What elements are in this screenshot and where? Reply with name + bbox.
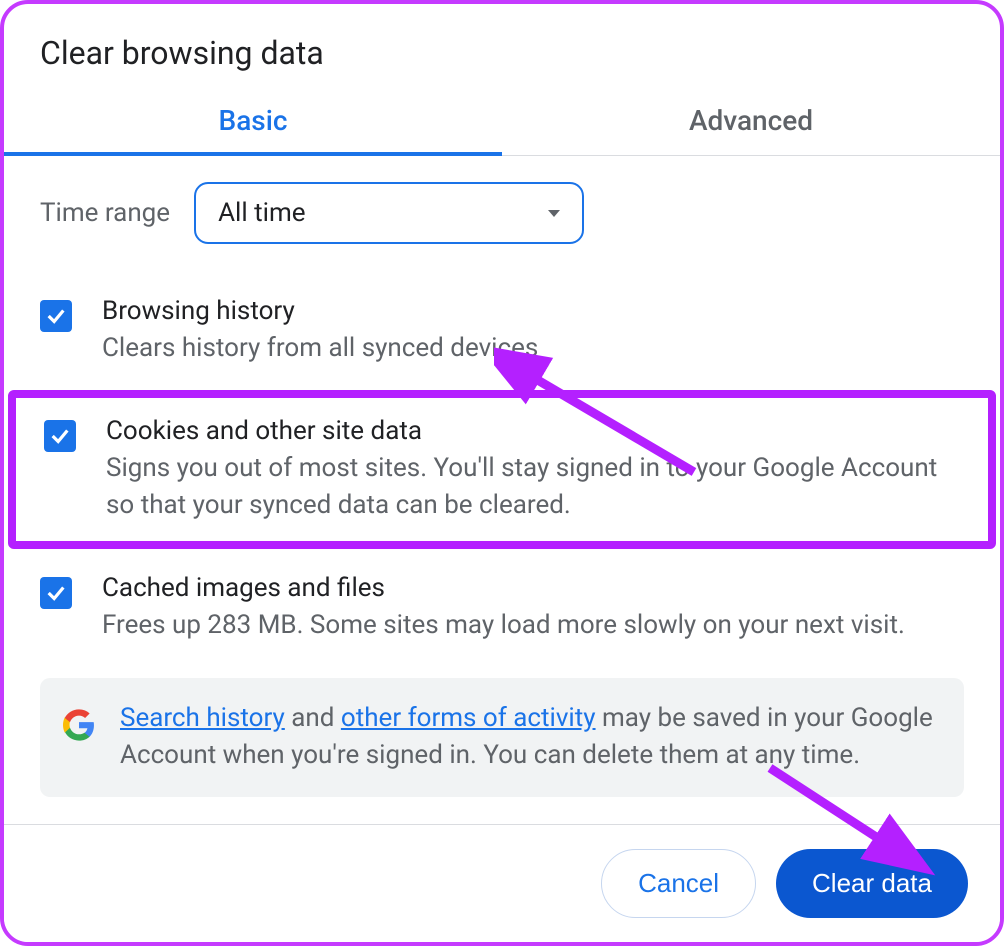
dialog-footer: Cancel Clear data [4, 824, 1000, 942]
check-icon [45, 582, 67, 604]
option-title: Browsing history [102, 296, 538, 326]
chevron-down-icon [548, 210, 560, 217]
time-range-label: Time range [40, 198, 170, 228]
clear-browsing-data-dialog: Clear browsing data Basic Advanced Time … [0, 0, 1004, 946]
google-icon [62, 708, 96, 742]
tab-advanced[interactable]: Advanced [502, 90, 1000, 155]
option-cookies: Cookies and other site data Signs you ou… [44, 416, 960, 523]
time-range-select[interactable]: All time [194, 182, 584, 244]
dialog-body: Time range All time Browsing history Cle… [4, 156, 1000, 797]
option-title: Cookies and other site data [106, 416, 960, 446]
option-cache: Cached images and files Frees up 283 MB.… [4, 553, 1000, 663]
time-range-value: All time [218, 198, 305, 228]
option-desc: Clears history from all synced devices [102, 330, 538, 366]
google-account-info: Search history and other forms of activi… [40, 678, 964, 797]
checkbox-browsing-history[interactable] [40, 300, 72, 332]
tabs: Basic Advanced [4, 90, 1000, 156]
search-history-link[interactable]: Search history [120, 703, 285, 733]
checkbox-cache[interactable] [40, 577, 72, 609]
option-desc: Signs you out of most sites. You'll stay… [106, 450, 960, 523]
option-desc: Frees up 283 MB. Some sites may load mor… [102, 607, 905, 643]
annotation-highlight-cookies: Cookies and other site data Signs you ou… [8, 390, 996, 549]
cancel-button[interactable]: Cancel [601, 849, 756, 918]
clear-data-button[interactable]: Clear data [776, 849, 968, 918]
time-range-row: Time range All time [4, 156, 1000, 276]
dialog-title: Clear browsing data [4, 4, 1000, 90]
other-activity-link[interactable]: other forms of activity [341, 703, 596, 733]
tab-basic[interactable]: Basic [4, 90, 502, 155]
check-icon [45, 305, 67, 327]
option-title: Cached images and files [102, 573, 905, 603]
option-browsing-history: Browsing history Clears history from all… [4, 276, 1000, 386]
check-icon [49, 425, 71, 447]
checkbox-cookies[interactable] [44, 420, 76, 452]
info-text: Search history and other forms of activi… [120, 700, 938, 775]
